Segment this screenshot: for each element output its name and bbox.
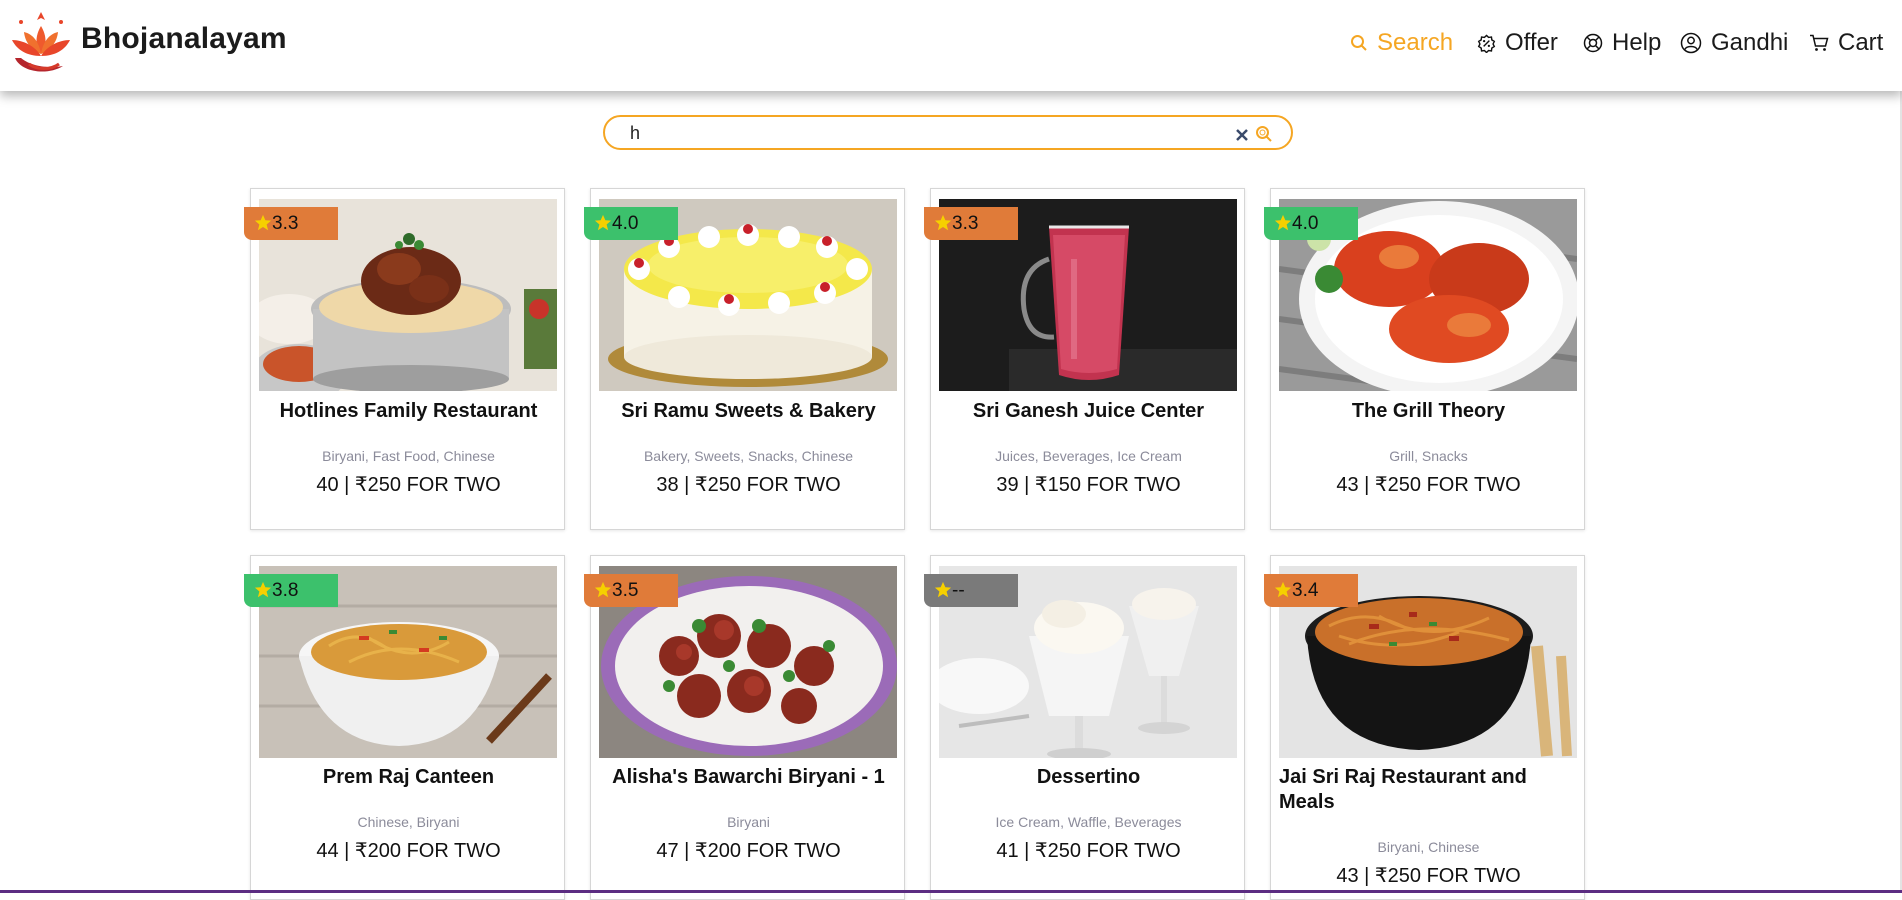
cart-icon xyxy=(1810,34,1829,51)
restaurant-name: Jai Sri Raj Restaurant and Meals xyxy=(1279,766,1527,813)
star-icon xyxy=(254,581,272,598)
discount-badge-icon xyxy=(1477,33,1496,53)
restaurant-name: Dessertino xyxy=(1036,766,1141,788)
restaurant-delivery-price: 41 | ₹250 FOR TWO xyxy=(996,840,1181,862)
rating-badge: 3.3 xyxy=(244,207,338,240)
restaurant-name: Hotlines Family Restaurant xyxy=(279,400,538,422)
rating-value: 3.4 xyxy=(1292,579,1319,601)
restaurant-delivery-price: 47 | ₹200 FOR TWO xyxy=(656,840,841,862)
restaurant-card[interactable]: 4.0 The Grill Theory Grill, Snacks 43 | … xyxy=(1264,188,1585,530)
search-box xyxy=(603,115,1293,150)
nav-help[interactable]: Help xyxy=(1583,29,1661,57)
star-icon xyxy=(254,214,272,231)
star-icon xyxy=(1274,581,1292,598)
rating-value: 3.3 xyxy=(272,212,299,234)
restaurant-card[interactable]: 3.4 Jai Sri Raj Restaurant and Meals Bir… xyxy=(1264,555,1585,900)
restaurant-cuisines: Biryani, Chinese xyxy=(1377,839,1480,855)
nav-user-label: Gandhi xyxy=(1711,29,1789,56)
restaurant-name: Sri Ganesh Juice Center xyxy=(972,400,1205,422)
restaurant-delivery-price: 40 | ₹250 FOR TWO xyxy=(316,474,501,496)
restaurant-delivery-price: 44 | ₹200 FOR TWO xyxy=(316,840,501,862)
search-icon xyxy=(1351,35,1367,51)
brand-name[interactable]: Bhojanalayam xyxy=(81,22,287,56)
nav-user[interactable]: Gandhi xyxy=(1680,29,1788,57)
search-input[interactable] xyxy=(630,122,1190,144)
restaurant-cuisines: Chinese, Biryani xyxy=(357,814,460,830)
lotus-logo-icon[interactable] xyxy=(7,6,75,76)
restaurant-cuisines: Juices, Beverages, Ice Cream xyxy=(995,448,1182,464)
restaurant-name: Prem Raj Canteen xyxy=(322,766,495,788)
rating-value: -- xyxy=(952,579,965,601)
rating-value: 3.3 xyxy=(952,212,979,234)
search-submit-icon[interactable] xyxy=(1255,125,1273,143)
rating-badge: 4.0 xyxy=(584,207,678,240)
rating-value: 4.0 xyxy=(612,212,639,234)
top-navbar: Bhojanalayam Search Offer Help Gandhi Ca… xyxy=(0,0,1902,91)
restaurant-cuisines: Biryani xyxy=(727,814,770,830)
nav-offer[interactable]: Offer xyxy=(1477,29,1558,57)
restaurant-cuisines: Biryani, Fast Food, Chinese xyxy=(322,448,495,464)
restaurant-cuisines: Ice Cream, Waffle, Beverages xyxy=(995,814,1182,830)
star-icon xyxy=(934,581,952,598)
rating-value: 3.8 xyxy=(272,579,299,601)
restaurant-delivery-price: 38 | ₹250 FOR TWO xyxy=(656,474,841,496)
restaurant-card[interactable]: 4.0 Sri Ramu Sweets & Bakery Bakery, Swe… xyxy=(584,188,905,530)
restaurant-delivery-price: 43 | ₹250 FOR TWO xyxy=(1336,865,1521,887)
star-icon xyxy=(594,214,612,231)
rating-badge: -- xyxy=(924,574,1018,607)
nav-cart-label: Cart xyxy=(1838,29,1884,56)
rating-badge: 3.4 xyxy=(1264,574,1358,607)
rating-value: 4.0 xyxy=(1292,212,1319,234)
restaurant-name: Sri Ramu Sweets & Bakery xyxy=(621,400,876,422)
restaurant-card[interactable]: 3.8 Prem Raj Canteen Chinese, Biryani 44… xyxy=(244,555,565,900)
restaurant-card[interactable]: -- Dessertino Ice Cream, Waffle, Beverag… xyxy=(924,555,1245,900)
restaurant-card[interactable]: 3.3 Sri Ganesh Juice Center Juices, Beve… xyxy=(924,188,1245,530)
restaurant-name: Alisha's Bawarchi Biryani - 1 xyxy=(612,766,885,788)
restaurant-cuisines: Grill, Snacks xyxy=(1389,448,1468,464)
rating-badge: 3.5 xyxy=(584,574,678,607)
star-icon xyxy=(1274,214,1292,231)
restaurant-delivery-price: 39 | ₹150 FOR TWO xyxy=(996,474,1181,496)
rating-badge: 3.8 xyxy=(244,574,338,607)
user-circle-icon xyxy=(1680,32,1702,54)
nav-search-label: Search xyxy=(1377,29,1454,56)
star-icon xyxy=(594,581,612,598)
nav-search[interactable]: Search xyxy=(1350,29,1453,57)
nav-cart[interactable]: Cart xyxy=(1809,29,1883,57)
nav-help-label: Help xyxy=(1612,29,1662,56)
lifebuoy-icon xyxy=(1583,33,1603,53)
star-icon xyxy=(934,214,952,231)
rating-value: 3.5 xyxy=(612,579,639,601)
rating-badge: 3.3 xyxy=(924,207,1018,240)
restaurant-name: The Grill Theory xyxy=(1351,400,1506,422)
restaurant-card[interactable]: 3.5 Alisha's Bawarchi Biryani - 1 Biryan… xyxy=(584,555,905,900)
clear-search-icon[interactable] xyxy=(1234,127,1250,143)
restaurant-delivery-price: 43 | ₹250 FOR TWO xyxy=(1336,474,1521,496)
restaurant-cuisines: Bakery, Sweets, Snacks, Chinese xyxy=(643,448,854,464)
rating-badge: 4.0 xyxy=(1264,207,1358,240)
restaurant-card[interactable]: 3.3 Hotlines Family Restaurant Biryani, … xyxy=(244,188,565,530)
nav-offer-label: Offer xyxy=(1505,29,1558,56)
